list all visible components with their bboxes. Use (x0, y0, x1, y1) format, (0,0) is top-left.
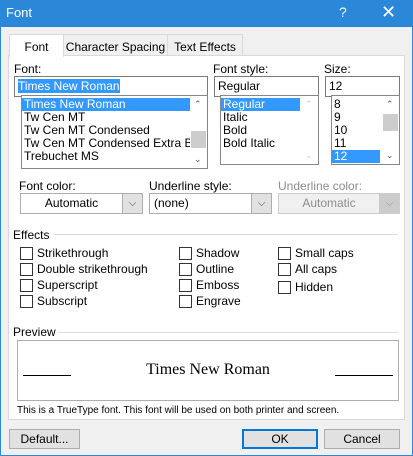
font-style-list[interactable]: Regular Italic Bold Bold Italic ⌃ ⌄ (220, 95, 319, 165)
checkbox-label: Shadow (196, 246, 240, 260)
checkbox-box[interactable] (278, 246, 291, 260)
font-style-input[interactable]: Regular (214, 76, 319, 97)
chevron-down-icon: ⌵ (379, 194, 399, 213)
default-button[interactable]: Default... (9, 429, 80, 449)
checkbox-label: Strikethrough (37, 246, 109, 260)
scroll-down-icon[interactable]: ⌄ (194, 154, 202, 165)
checkbox-label: Hidden (295, 280, 334, 294)
chevron-down-icon[interactable]: ⌵ (251, 194, 271, 213)
size-list[interactable]: 8 9 10 11 12 ⌃ ⌄ (331, 95, 400, 165)
checkbox-double-strikethrough[interactable]: Double strikethrough (20, 262, 148, 276)
tab-text-effects[interactable]: Text Effects (167, 34, 243, 56)
checkbox-label: Emboss (196, 278, 240, 292)
checkbox-strikethrough[interactable]: Strikethrough (20, 246, 108, 260)
font-label: Font: (14, 62, 42, 76)
tab-font[interactable]: Font (9, 34, 64, 57)
size-scrollbar[interactable]: ⌃ ⌄ (382, 96, 399, 164)
checkbox-label: Subscript (37, 294, 88, 308)
checkbox-label: Engrave (196, 294, 241, 308)
list-item[interactable]: 12 (332, 150, 380, 163)
scroll-up-icon[interactable]: ⌃ (194, 99, 202, 110)
checkbox-emboss[interactable]: Emboss (179, 278, 239, 292)
checkbox-box[interactable] (20, 278, 33, 292)
checkbox-shadow[interactable]: Shadow (179, 246, 239, 260)
scroll-up-icon[interactable]: ⌃ (386, 99, 394, 110)
title-bar: Font ? ✕ (1, 1, 413, 27)
scroll-down-icon[interactable]: ⌄ (305, 150, 313, 161)
checkbox-box[interactable] (179, 294, 192, 308)
font-list[interactable]: Times New Roman Tw Cen MT Tw Cen MT Cond… (21, 95, 208, 169)
font-color-label: Font color: (19, 179, 76, 193)
checkbox-label: Outline (196, 262, 235, 276)
scroll-thumb[interactable] (383, 114, 398, 131)
font-style-label: Font style: (213, 62, 269, 76)
chevron-down-icon[interactable]: ⌵ (122, 194, 142, 213)
effects-label: Effects (13, 228, 50, 242)
checkbox-box[interactable] (179, 262, 192, 276)
checkbox-label: Double strikethrough (37, 262, 148, 276)
underline-style-dropdown[interactable]: (none) ⌵ (149, 193, 272, 214)
font-style-scrollbar[interactable]: ⌃ ⌄ (301, 96, 318, 164)
size-label: Size: (324, 62, 351, 76)
close-button[interactable]: ✕ (381, 2, 396, 23)
divider (58, 332, 398, 333)
checkbox-box[interactable] (278, 262, 291, 276)
underline-style-value: (none) (154, 196, 189, 210)
font-color-dropdown[interactable]: Automatic ⌵ (20, 193, 143, 214)
scroll-thumb[interactable] (191, 131, 206, 148)
checkbox-box[interactable] (179, 246, 192, 260)
scroll-up-icon[interactable]: ⌃ (305, 99, 313, 110)
checkbox-box[interactable] (20, 262, 33, 276)
checkbox-box[interactable] (278, 280, 291, 294)
font-input[interactable]: Times New Roman (14, 76, 208, 97)
checkbox-box[interactable] (179, 278, 192, 292)
font-color-value: Automatic (44, 196, 99, 210)
ok-button[interactable]: OK (242, 429, 318, 449)
scroll-down-icon[interactable]: ⌄ (386, 150, 394, 161)
list-item[interactable]: Trebuchet MS (22, 150, 207, 163)
preview-label: Preview (13, 325, 56, 339)
underline-color-label: Underline color: (278, 179, 363, 193)
window-title: Font (6, 5, 33, 20)
preview-note: This is a TrueType font. This font will … (17, 405, 340, 416)
font-input-value: Times New Roman (18, 79, 120, 93)
checkbox-engrave[interactable]: Engrave (179, 294, 241, 308)
checkbox-box[interactable] (20, 246, 33, 260)
checkbox-all-caps[interactable]: All caps (278, 262, 337, 276)
checkbox-small-caps[interactable]: Small caps (278, 246, 354, 260)
checkbox-subscript[interactable]: Subscript (20, 294, 87, 308)
checkbox-outline[interactable]: Outline (179, 262, 234, 276)
preview-text: Times New Roman (146, 361, 270, 378)
checkbox-label: Small caps (295, 246, 354, 260)
checkbox-superscript[interactable]: Superscript (20, 278, 98, 292)
checkbox-box[interactable] (20, 294, 33, 308)
underline-style-label: Underline style: (149, 179, 232, 193)
cancel-button[interactable]: Cancel (324, 429, 400, 449)
checkbox-label: Superscript (37, 278, 98, 292)
preview-box: Times New Roman (17, 340, 399, 401)
font-scrollbar[interactable]: ⌃ ⌄ (190, 96, 207, 168)
divider (54, 234, 398, 235)
checkbox-label: All caps (295, 262, 338, 276)
underline-color-dropdown: Automatic ⌵ (278, 193, 400, 214)
underline-color-value: Automatic (302, 196, 356, 210)
tab-character-spacing[interactable]: Character Spacing (63, 34, 168, 56)
size-input[interactable]: 12 (325, 76, 400, 97)
help-button[interactable]: ? (339, 4, 347, 20)
checkbox-hidden[interactable]: Hidden (278, 280, 333, 294)
